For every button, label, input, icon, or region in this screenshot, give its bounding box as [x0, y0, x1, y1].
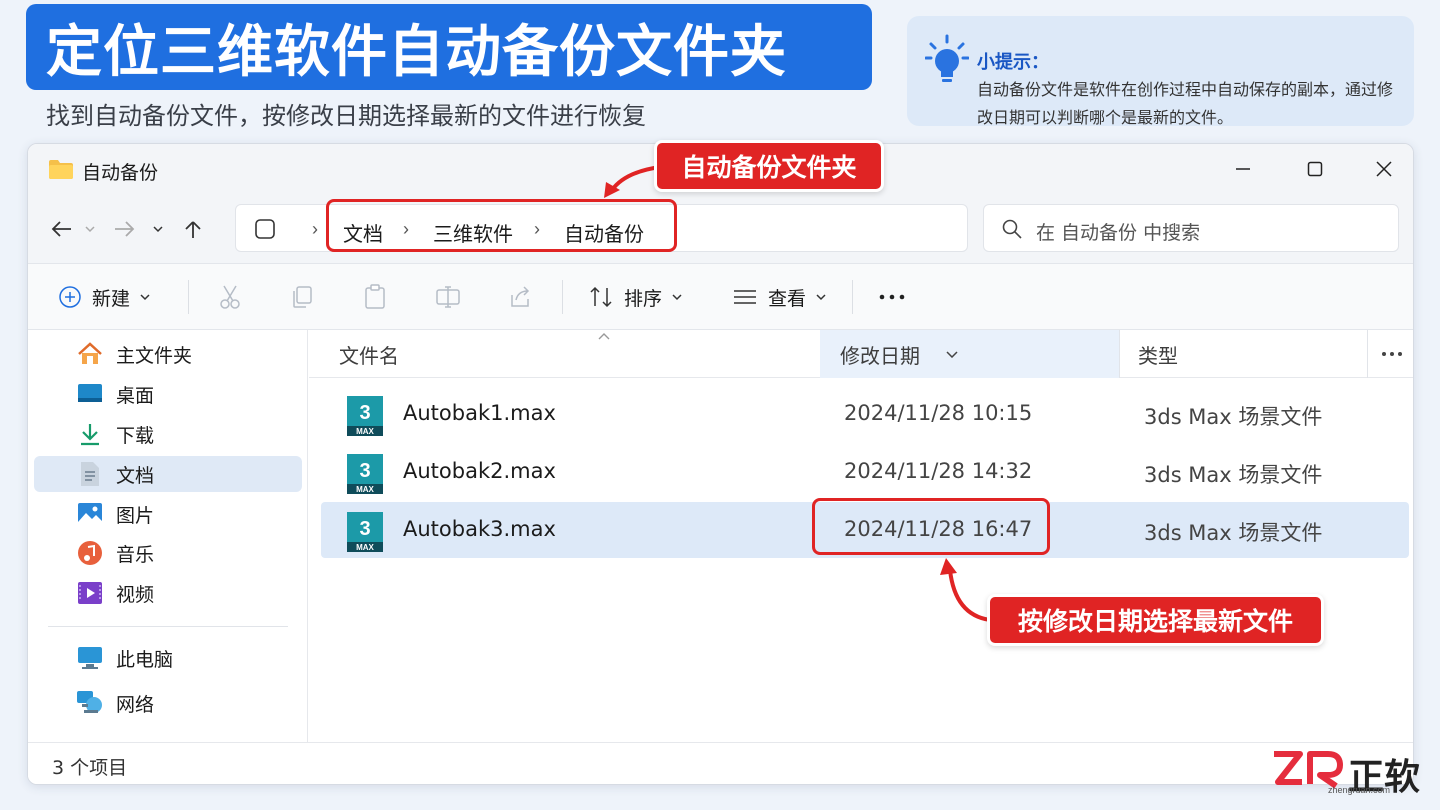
brand-logo: 正软 zhengruan.com	[1270, 748, 1430, 798]
date-callout: 按修改日期选择最新文件	[987, 594, 1324, 646]
folder-callout: 自动备份文件夹	[654, 140, 884, 192]
logo-url: zhengruan.com	[1328, 785, 1391, 795]
annotation-arrows	[604, 165, 991, 622]
zr-logo-icon	[1274, 751, 1343, 789]
